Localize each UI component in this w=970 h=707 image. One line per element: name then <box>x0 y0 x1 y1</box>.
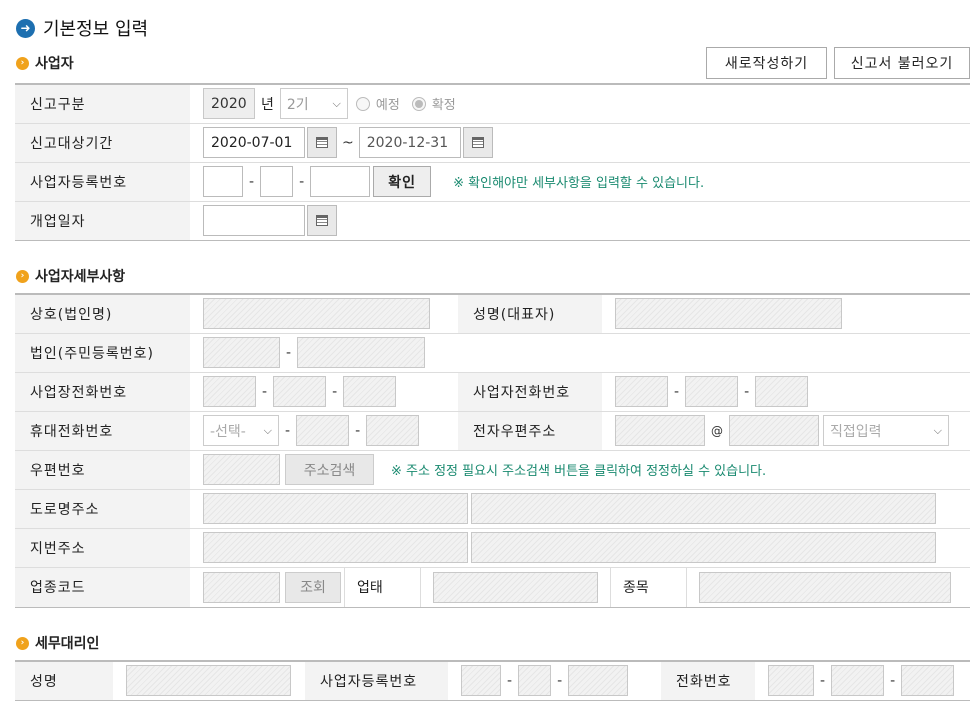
page-title: 기본정보 입력 <box>43 19 149 40</box>
email-id-input <box>615 415 705 446</box>
mobile-input-2 <box>296 415 350 446</box>
email-domain-select[interactable]: 직접입력 ⌵ <box>823 415 949 446</box>
regno-label: 사업자등록번호 <box>15 162 190 202</box>
new-write-button[interactable]: 새로작성하기 <box>706 47 827 79</box>
email-label: 전자우편주소 <box>458 411 602 451</box>
year-unit: 년 <box>261 96 274 113</box>
start-date-input[interactable]: 2020-07-01 <box>203 127 305 158</box>
ceo-input <box>615 298 842 330</box>
email-domain-input <box>729 415 819 446</box>
agent-phone-input-3 <box>901 665 955 697</box>
date-tilde: ~ <box>342 134 354 151</box>
page-header: ➜ 기본정보 입력 <box>16 15 148 41</box>
calendar-icon <box>316 137 328 148</box>
mobile-input-3 <box>366 415 420 446</box>
agent-phone-input-1 <box>768 665 814 697</box>
item-input <box>699 571 951 603</box>
business-table: 신고구분 2020 년 2기 ⌵ 예정 확정 신고대상기간 2020-07-01 … <box>15 83 970 241</box>
biztype-input <box>433 571 598 603</box>
regno-input-1[interactable] <box>203 166 243 197</box>
address-search-button[interactable]: 주소검색 <box>285 454 374 485</box>
calendar-icon <box>316 215 328 226</box>
regno-note: ※ 확인해야만 세부사항을 입력할 수 있습니다. <box>453 176 705 191</box>
corp-id-label: 법인(주민등록번호) <box>15 333 190 373</box>
biz-phone-input-2 <box>685 376 739 407</box>
confirm-button[interactable]: 확인 <box>373 166 432 197</box>
road-address-input-1 <box>203 493 468 524</box>
zip-note: ※ 주소 정정 필요시 주소검색 버튼을 클릭하여 정정하실 수 있습니다. <box>391 464 767 479</box>
mobile-prefix-select[interactable]: -선택- ⌵ <box>203 415 279 446</box>
company-label: 상호(법인명) <box>15 293 190 334</box>
road-address-label: 도로명주소 <box>15 489 190 529</box>
biz-phone-input-3 <box>755 376 809 407</box>
lot-address-input-2 <box>471 532 936 563</box>
arrow-right-icon: ➜ <box>16 18 35 38</box>
biz-phone-label: 사업자전화번호 <box>458 372 602 412</box>
biz-phone-input-1 <box>615 376 668 407</box>
radio-circle <box>411 96 426 111</box>
company-input <box>203 298 430 330</box>
agent-phone-input-2 <box>831 665 885 697</box>
lot-address-label: 지번주소 <box>15 528 190 568</box>
agent-regno-input-2 <box>518 665 552 697</box>
corp-id-input-2 <box>297 337 426 368</box>
chevron-down-icon: ⌵ <box>933 423 942 437</box>
site-phone-input-2 <box>273 376 327 407</box>
agent-phone-label: 전화번호 <box>661 660 755 701</box>
details-table: 상호(법인명) 성명(대표자) 법인(주민등록번호) - 사업장전화번호 - -… <box>15 293 970 608</box>
period-label: 신고대상기간 <box>15 123 190 163</box>
industry-code-input <box>203 571 280 603</box>
bullet-arrow-icon: › <box>16 636 29 650</box>
load-report-button[interactable]: 신고서 불러오기 <box>834 47 970 79</box>
period-select[interactable]: 2기 ⌵ <box>279 88 348 120</box>
year-field: 2020 <box>203 88 255 120</box>
opendate-label: 개업일자 <box>15 201 190 241</box>
item-label: 종목 <box>610 567 687 607</box>
agent-regno-input-1 <box>461 665 501 697</box>
section-title-details: › 사업자세부사항 <box>16 266 125 286</box>
bullet-arrow-icon: › <box>16 269 29 283</box>
regno-input-3[interactable] <box>310 166 371 197</box>
chevron-down-icon: ⌵ <box>332 96 341 110</box>
end-date-input[interactable]: 2020-12-31 <box>358 127 461 158</box>
mobile-label: 휴대전화번호 <box>15 411 190 451</box>
agent-regno-input-3 <box>568 665 629 697</box>
at-sign: @ <box>711 423 723 438</box>
site-phone-label: 사업장전화번호 <box>15 372 190 412</box>
radio-scheduled[interactable]: 예정 <box>355 94 400 113</box>
agent-name-label: 성명 <box>15 660 113 701</box>
site-phone-input-1 <box>203 376 256 407</box>
lookup-button[interactable]: 조회 <box>285 571 341 603</box>
chevron-down-icon: ⌵ <box>263 423 272 437</box>
site-phone-input-3 <box>343 376 397 407</box>
lot-address-input-1 <box>203 532 468 563</box>
calendar-button[interactable] <box>307 205 337 236</box>
calendar-button[interactable] <box>307 127 337 158</box>
calendar-button[interactable] <box>462 127 493 158</box>
bullet-arrow-icon: › <box>16 56 29 70</box>
section-title-agent: › 세무대리인 <box>16 633 99 653</box>
ceo-label: 성명(대표자) <box>458 293 602 334</box>
radio-circle <box>355 96 370 111</box>
calendar-icon <box>471 137 484 148</box>
radio-final[interactable]: 확정 <box>411 94 456 113</box>
corp-id-input-1 <box>203 337 280 368</box>
agent-regno-label: 사업자등록번호 <box>305 660 448 701</box>
section-title-business: › 사업자 <box>16 53 74 73</box>
agent-name-input <box>126 665 291 697</box>
road-address-input-2 <box>471 493 936 524</box>
report-type-label: 신고구분 <box>15 83 190 124</box>
zip-label: 우편번호 <box>15 450 190 490</box>
agent-table: 성명 사업자등록번호 - - 전화번호 - - <box>15 660 970 701</box>
opendate-input[interactable] <box>203 205 305 236</box>
industry-code-label: 업종코드 <box>15 567 190 608</box>
biztype-label: 업태 <box>344 567 421 607</box>
regno-input-2[interactable] <box>260 166 294 197</box>
zip-input <box>203 454 280 485</box>
